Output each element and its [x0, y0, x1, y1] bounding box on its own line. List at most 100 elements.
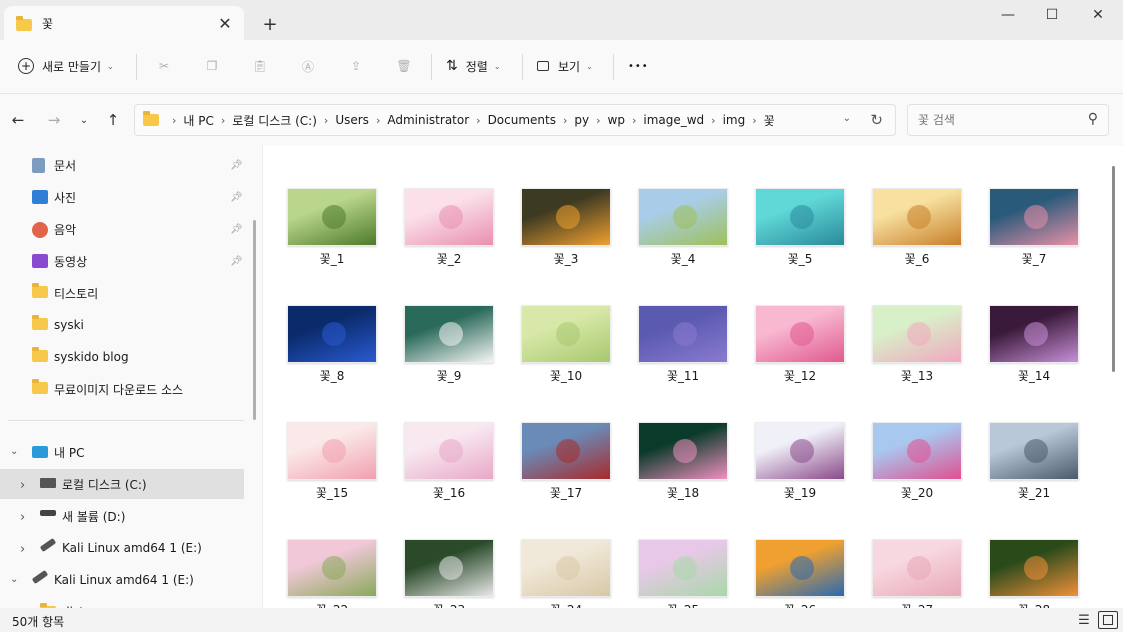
chevron-right-icon[interactable]: ›	[563, 114, 567, 127]
file-thumbnail-item[interactable]: 꽃_17	[505, 422, 621, 530]
sidebar-item[interactable]: 사진 📌︎	[0, 182, 244, 212]
chevron-down-icon[interactable]: ⌄	[843, 113, 851, 124]
tree-item[interactable]: dists	[0, 597, 244, 608]
file-thumbnail-item[interactable]: 꽃_16	[388, 422, 504, 530]
tab-current-folder[interactable]: 꽃 ✕	[4, 6, 244, 40]
file-thumbnail-item[interactable]: 꽃_6	[856, 188, 972, 296]
breadcrumb-item[interactable]: Documents	[488, 113, 556, 127]
file-thumbnail-item[interactable]: 꽃_5	[739, 188, 855, 296]
chevron-right-icon[interactable]: ›	[711, 114, 715, 127]
folder-icon	[32, 379, 48, 394]
file-thumbnail-item[interactable]: 꽃_24	[505, 539, 621, 608]
file-thumbnail-item[interactable]: 꽃_1	[271, 188, 387, 296]
file-thumbnail-item[interactable]: 꽃_20	[856, 422, 972, 530]
file-thumbnail-item[interactable]: 꽃_3	[505, 188, 621, 296]
sidebar-item[interactable]: 동영상 📌︎	[0, 246, 244, 276]
sort-button[interactable]: ⇅ 정렬 ⌄	[446, 50, 501, 82]
file-thumbnail-item[interactable]: 꽃_25	[622, 539, 738, 608]
minimize-button[interactable]: —	[985, 0, 1031, 30]
chevron-right-icon[interactable]: ›	[172, 114, 176, 127]
forward-button[interactable]: →	[42, 108, 66, 132]
sidebar-item[interactable]: 음악 📌︎	[0, 214, 244, 244]
file-thumbnail-item[interactable]: 꽃_10	[505, 305, 621, 413]
file-thumbnail-item[interactable]: 꽃_23	[388, 539, 504, 608]
file-thumbnail-item[interactable]: 꽃_11	[622, 305, 738, 413]
sidebar-scrollbar[interactable]	[253, 220, 256, 420]
tree-item[interactable]: › 로컬 디스크 (C:)	[0, 469, 244, 499]
breadcrumb-item[interactable]: image_wd	[643, 113, 704, 127]
refresh-icon[interactable]: ↻	[870, 111, 883, 129]
folder-icon	[16, 15, 32, 31]
file-thumbnail-item[interactable]: 꽃_21	[973, 422, 1089, 530]
scrollbar[interactable]	[1112, 166, 1115, 372]
recent-locations-button[interactable]: ⌄	[72, 108, 96, 132]
chevron-down-icon[interactable]: ⌄	[10, 446, 18, 457]
sidebar-item[interactable]: syski	[0, 310, 244, 340]
file-thumbnail-item[interactable]: 꽃_4	[622, 188, 738, 296]
chevron-right-icon[interactable]: ›	[324, 114, 328, 127]
chevron-right-icon[interactable]: ›	[221, 114, 225, 127]
tree-item[interactable]: ⌄ 내 PC	[0, 437, 244, 467]
file-thumbnail-item[interactable]: 꽃_13	[856, 305, 972, 413]
chevron-right-icon[interactable]: ›	[20, 478, 25, 493]
breadcrumb-item[interactable]: wp	[608, 113, 625, 127]
file-thumbnail-item[interactable]: 꽃_18	[622, 422, 738, 530]
share-button[interactable]: ⇪	[339, 50, 373, 82]
cut-button[interactable]: ✂	[147, 50, 181, 82]
pc-icon	[32, 446, 48, 458]
more-options-button[interactable]: •••	[628, 50, 649, 82]
breadcrumb-item[interactable]: 내 PC	[183, 112, 213, 129]
chevron-down-icon[interactable]: ⌄	[10, 574, 18, 585]
chevron-right-icon[interactable]: ›	[376, 114, 380, 127]
file-thumbnail-item[interactable]: 꽃_26	[739, 539, 855, 608]
chevron-right-icon[interactable]: ›	[596, 114, 600, 127]
sidebar-item[interactable]: syskido blog	[0, 342, 244, 372]
breadcrumb-item[interactable]: 꽃	[764, 112, 775, 129]
close-tab-icon[interactable]: ✕	[216, 14, 234, 33]
chevron-right-icon[interactable]: ›	[752, 114, 756, 127]
chevron-right-icon[interactable]: ›	[20, 510, 25, 525]
file-thumbnail-item[interactable]: 꽃_19	[739, 422, 855, 530]
file-thumbnail-item[interactable]: 꽃_12	[739, 305, 855, 413]
up-button[interactable]: ↑	[101, 108, 125, 132]
breadcrumb-item[interactable]: Users	[335, 113, 369, 127]
rename-button[interactable]: Ⓐ	[291, 50, 325, 82]
chevron-right-icon[interactable]: ›	[632, 114, 636, 127]
search-input[interactable]	[918, 113, 1078, 127]
sidebar-item[interactable]: 티스토리	[0, 278, 244, 308]
breadcrumb-item[interactable]: py	[574, 113, 589, 127]
tree-item[interactable]: › Kali Linux amd64 1 (E:)	[0, 533, 244, 563]
tree-item[interactable]: ⌄ Kali Linux amd64 1 (E:)	[0, 565, 244, 595]
address-bar[interactable]: › 내 PC › 로컬 디스크 (C:) › Users › Administrator › Do…	[134, 104, 896, 136]
file-thumbnail-item[interactable]: 꽃_7	[973, 188, 1089, 296]
new-tab-button[interactable]: +	[258, 12, 282, 36]
details-view-button[interactable]: ☰	[1074, 611, 1094, 629]
view-button[interactable]: 보기 ⌄	[537, 50, 593, 82]
file-thumbnail-item[interactable]: 꽃_27	[856, 539, 972, 608]
thumbnail-view-button[interactable]	[1098, 611, 1118, 629]
sidebar-item[interactable]: 무료이미지 다운로드 소스	[0, 374, 244, 404]
back-button[interactable]: ←	[6, 108, 30, 132]
delete-button[interactable]: 🗑︎	[387, 50, 421, 82]
file-thumbnail-item[interactable]: 꽃_22	[271, 539, 387, 608]
close-window-button[interactable]: ✕	[1075, 0, 1121, 30]
breadcrumb-item[interactable]: 로컬 디스크 (C:)	[232, 112, 317, 129]
breadcrumb-item[interactable]: img	[723, 113, 746, 127]
maximize-button[interactable]: ☐	[1029, 0, 1075, 30]
file-thumbnail-item[interactable]: 꽃_28	[973, 539, 1089, 608]
chevron-right-icon[interactable]: ›	[20, 542, 25, 557]
file-thumbnail-item[interactable]: 꽃_15	[271, 422, 387, 530]
file-thumbnail-item[interactable]: 꽃_14	[973, 305, 1089, 413]
paste-button[interactable]: 📋︎	[243, 50, 277, 82]
new-button[interactable]: + 새로 만들기 ⌄	[18, 50, 114, 82]
sidebar-item[interactable]: 문서 📌︎	[0, 150, 244, 180]
copy-button[interactable]: ❐	[195, 50, 229, 82]
chevron-right-icon[interactable]: ›	[476, 114, 480, 127]
tree-item[interactable]: › 새 볼륨 (D:)	[0, 501, 244, 531]
breadcrumb-item[interactable]: Administrator	[387, 113, 469, 127]
file-thumbnail-item[interactable]: 꽃_9	[388, 305, 504, 413]
file-thumbnail-item[interactable]: 꽃_8	[271, 305, 387, 413]
search-box[interactable]: ⚲	[907, 104, 1109, 136]
flower-shape	[907, 205, 931, 229]
file-thumbnail-item[interactable]: 꽃_2	[388, 188, 504, 296]
